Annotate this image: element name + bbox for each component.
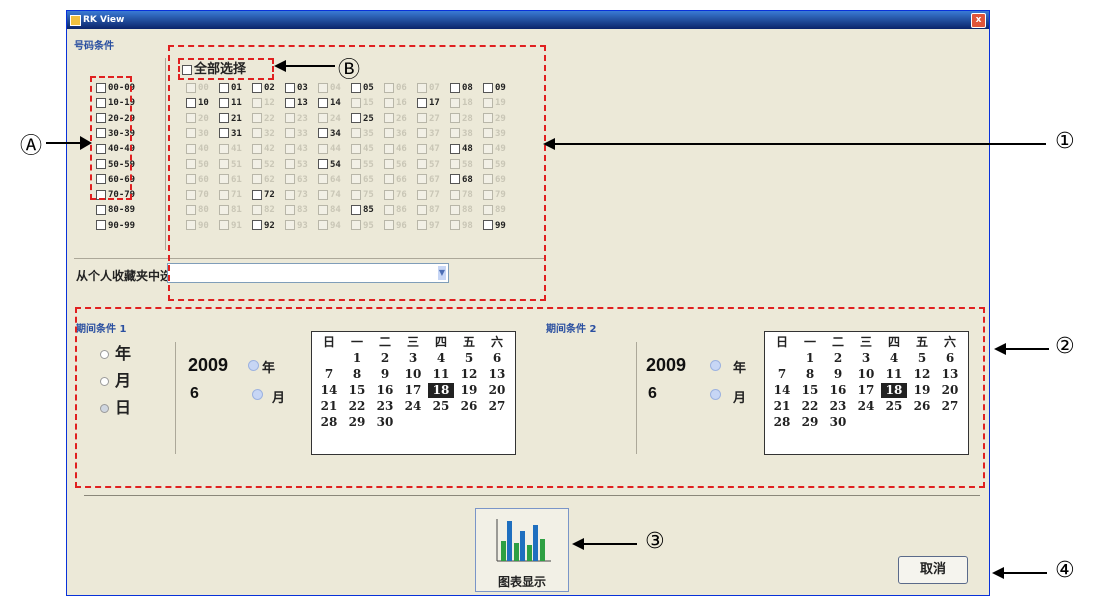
callout-a: Ⓐ <box>20 134 43 159</box>
number-group-title: 号码条件 <box>74 41 114 52</box>
range-label: 80-89 <box>108 205 136 216</box>
callout-3: ③ <box>645 529 665 554</box>
arrow-line <box>1005 348 1049 350</box>
annotation-box-2 <box>75 307 985 488</box>
arrowhead-icon <box>80 136 92 150</box>
range-checkbox[interactable]: 90-99 <box>96 220 135 233</box>
range-checkbox[interactable]: 80-89 <box>96 204 135 217</box>
arrow-line <box>285 65 335 67</box>
callout-b: Ⓑ <box>338 58 361 83</box>
callout-2: ② <box>1055 334 1075 359</box>
cancel-button[interactable]: 取消 <box>898 556 968 584</box>
arrow-line <box>46 142 82 144</box>
chart-display-button[interactable]: 图表显示 <box>475 508 569 592</box>
callout-4: ④ <box>1055 558 1075 583</box>
arrow-line <box>583 543 637 545</box>
checkbox-icon <box>96 220 106 231</box>
arrow-line <box>1003 572 1047 574</box>
divider <box>165 58 166 250</box>
app-icon <box>70 15 81 26</box>
checkbox-icon <box>96 204 106 215</box>
window-title: RK View <box>83 15 125 25</box>
callout-1: ① <box>1055 129 1075 154</box>
arrow-line <box>554 143 1046 145</box>
close-button[interactable]: x <box>971 13 986 28</box>
title-bar[interactable]: RK View x <box>67 11 989 29</box>
annotation-box-b <box>178 58 274 80</box>
range-label: 90-99 <box>108 220 136 231</box>
annotation-box-a <box>90 76 132 200</box>
divider <box>84 495 980 496</box>
bar-chart-icon <box>496 519 551 562</box>
chart-button-label: 图表显示 <box>497 575 546 589</box>
